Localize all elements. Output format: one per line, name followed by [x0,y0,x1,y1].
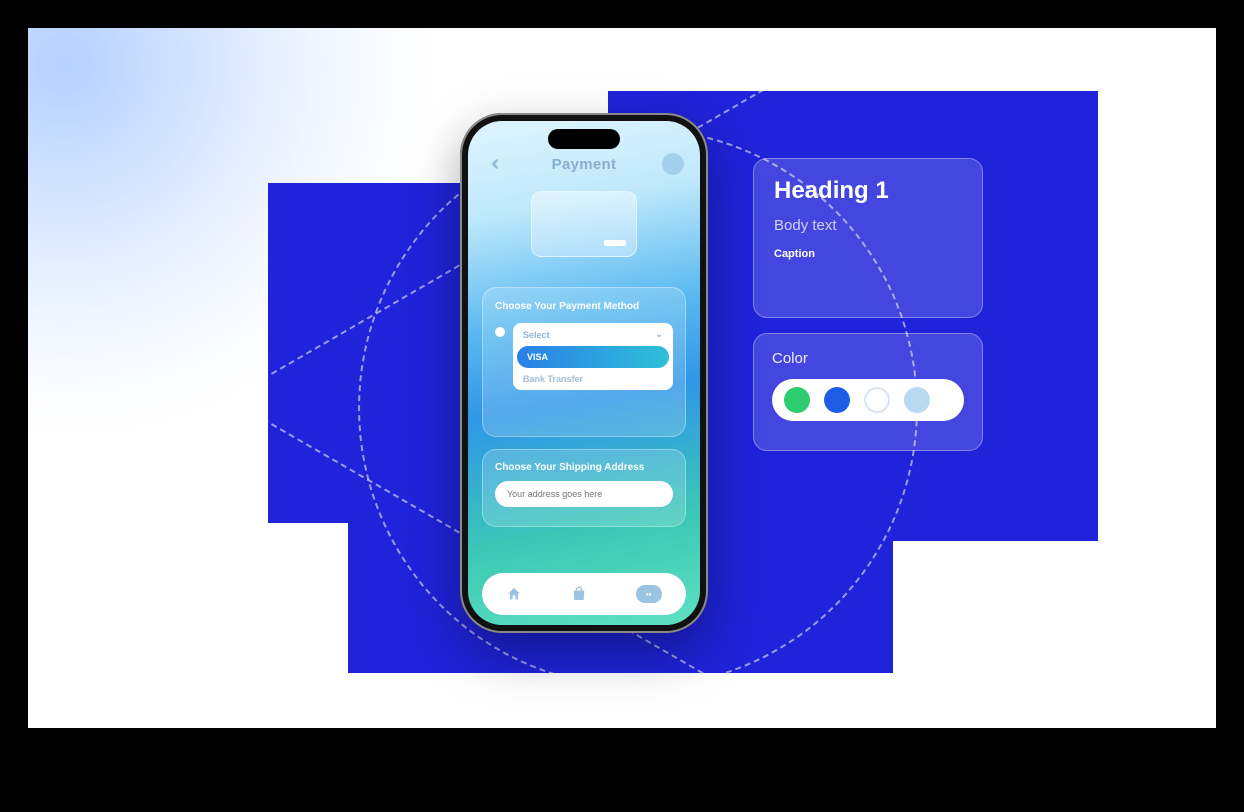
radio-selected[interactable] [495,327,505,337]
home-icon [506,586,522,602]
shipping-label: Choose Your Shipping Address [495,462,673,473]
dynamic-island [548,129,620,149]
color-card-title: Color [772,350,964,367]
body-sample: Body text [774,217,962,234]
heading-sample: Heading 1 [774,177,962,205]
chevron-left-icon [488,157,502,171]
credit-card-preview [531,191,637,257]
dropdown-header[interactable]: Select ⌄ [513,323,673,346]
page-title: Payment [552,156,617,173]
payment-method-label: Choose Your Payment Method [495,300,673,313]
avatar[interactable] [662,153,684,175]
chat-icon: •• [646,590,652,599]
dropdown-option-visa[interactable]: VISA [517,346,669,368]
bottom-nav: •• [482,573,686,615]
dropdown-selected-label: Select [523,330,550,340]
swatch-blue[interactable] [824,387,850,413]
bag-icon [571,586,587,602]
swatch-white[interactable] [864,387,890,413]
chevron-down-icon: ⌄ [655,329,663,340]
phone-header: Payment [468,153,700,175]
phone-device: Payment Choose Your Payment Method Selec… [460,113,708,633]
typography-card: Heading 1 Body text Caption [753,158,983,318]
payment-radio-row: Select ⌄ VISA Bank Transfer [495,323,673,390]
swatch-light-blue[interactable] [904,387,930,413]
caption-sample: Caption [774,248,962,260]
payment-method-panel: Choose Your Payment Method Select ⌄ VISA… [482,287,686,437]
color-card: Color [753,333,983,451]
dropdown-option-bank[interactable]: Bank Transfer [513,368,673,390]
shipping-address-panel: Choose Your Shipping Address [482,449,686,527]
shipping-address-input[interactable] [495,481,673,507]
design-frame: Heading 1 Body text Caption Color Paymen… [28,28,1216,728]
phone-screen: Payment Choose Your Payment Method Selec… [468,121,700,625]
payment-dropdown[interactable]: Select ⌄ VISA Bank Transfer [513,323,673,390]
nav-bag[interactable] [571,586,587,602]
swatch-green[interactable] [784,387,810,413]
nav-chat[interactable]: •• [636,585,662,603]
nav-home[interactable] [506,586,522,602]
swatch-row [772,379,964,421]
back-button[interactable] [484,153,506,175]
